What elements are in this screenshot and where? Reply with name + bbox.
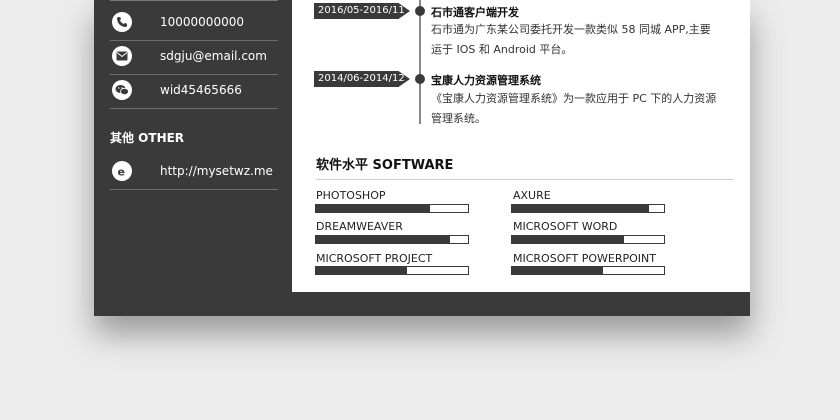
experience-date: 2016/05-2016/11: [314, 3, 410, 19]
mail-icon: [112, 46, 132, 66]
skill-label: MICROSOFT PROJECT: [316, 252, 433, 265]
timeline-line: [419, 0, 421, 124]
experience-description: 《宝康人力资源管理系统》为一款应用于 PC 下的人力资源管理系统。: [431, 92, 717, 125]
skill-bar: [315, 266, 469, 275]
skill-bar: [315, 235, 469, 244]
contact-email-text[interactable]: sdgju@email.com: [160, 49, 267, 63]
skill-bar-fill: [316, 205, 430, 212]
skill-bar-fill: [512, 236, 625, 243]
internet-explorer-icon: e: [112, 161, 132, 181]
skill-label: AXURE: [513, 189, 551, 202]
contact-phone: 10000000000: [110, 6, 278, 41]
contact-wechat: wid45465666: [110, 74, 278, 109]
skill-label: MICROSOFT WORD: [513, 220, 618, 233]
skill-label: MICROSOFT POWERPOINT: [513, 252, 656, 265]
wechat-icon: [112, 80, 132, 100]
bottom-band: [292, 292, 750, 316]
timeline-dot: [415, 6, 425, 16]
skill-bar-fill: [316, 267, 408, 274]
experience-title: 石市通客户端开发: [431, 6, 519, 19]
skill-bar-fill: [316, 236, 450, 243]
contact-website: e http://mysetwz.me: [110, 155, 278, 190]
experience-title: 宝康人力资源管理系统: [431, 74, 541, 87]
skill-bar-fill: [512, 267, 604, 274]
experience-date: 2014/06-2014/12: [314, 71, 410, 87]
contact-phone-text: 10000000000: [160, 15, 244, 29]
contact-email: sdgju@email.com: [110, 40, 278, 75]
experience-description: 石市通为广东某公司委托开发一款类似 58 同城 APP,主要运于 IOS 和 A…: [431, 23, 711, 56]
website-link[interactable]: http://mysetwz.me: [160, 164, 273, 178]
skill-bar: [511, 235, 665, 244]
skill-bar: [511, 204, 665, 213]
skill-bar-fill: [512, 205, 649, 212]
contact-wechat-text: wid45465666: [160, 83, 242, 97]
skill-label: PHOTOSHOP: [316, 189, 386, 202]
svg-text:e: e: [118, 166, 125, 178]
other-heading: 其他 OTHER: [110, 131, 185, 145]
skill-bar: [511, 266, 665, 275]
sidebar-divider-top: [110, 0, 278, 2]
skill-bar: [315, 204, 469, 213]
software-divider: [316, 179, 734, 180]
timeline-dot: [415, 74, 425, 84]
skill-label: DREAMWEAVER: [316, 220, 403, 233]
phone-icon: [112, 12, 132, 32]
software-heading: 软件水平 SOFTWARE: [316, 158, 454, 173]
